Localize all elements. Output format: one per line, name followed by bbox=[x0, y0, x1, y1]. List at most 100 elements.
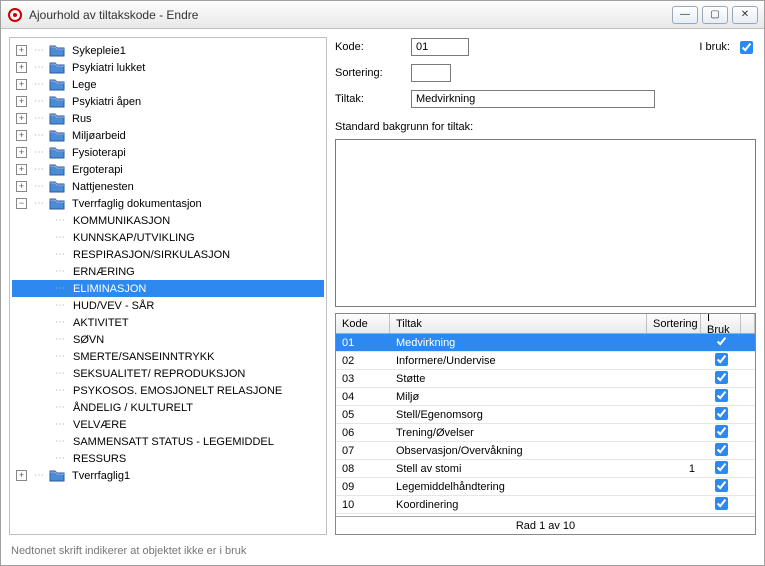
ibruk-row-checkbox[interactable] bbox=[715, 443, 728, 456]
kode-input[interactable] bbox=[411, 38, 469, 56]
cell-kode: 10 bbox=[336, 498, 390, 512]
table-row[interactable]: 06Trening/Øvelser bbox=[336, 424, 755, 442]
expand-icon[interactable]: + bbox=[16, 130, 27, 141]
tree-connector bbox=[52, 266, 68, 277]
tree-item[interactable]: +⋯Lege bbox=[12, 76, 324, 93]
main-window: Ajourhold av tiltakskode - Endre — ▢ ✕ +… bbox=[0, 0, 765, 566]
grid-header-sortering[interactable]: Sortering bbox=[647, 314, 701, 333]
cell-kode: 06 bbox=[336, 426, 390, 440]
tree-item-label: Nattjenesten bbox=[69, 180, 137, 194]
tree-item-label: RESSURS bbox=[70, 452, 129, 466]
minimize-button[interactable]: — bbox=[672, 6, 698, 24]
collapse-icon[interactable]: − bbox=[16, 198, 27, 209]
tree-item[interactable]: +⋯Fysioterapi bbox=[12, 144, 324, 161]
grid-body[interactable]: 01Medvirkning02Informere/Undervise03Støt… bbox=[336, 334, 755, 516]
ibruk-row-checkbox[interactable] bbox=[715, 389, 728, 402]
ibruk-row-checkbox[interactable] bbox=[715, 461, 728, 474]
standard-textarea[interactable] bbox=[335, 139, 756, 307]
tree-item[interactable]: HUD/VEV - SÅR bbox=[12, 297, 324, 314]
expand-icon[interactable]: + bbox=[16, 147, 27, 158]
ibruk-row-checkbox[interactable] bbox=[715, 353, 728, 366]
ibruk-row-checkbox[interactable] bbox=[715, 479, 728, 492]
tree-item[interactable]: SEKSUALITET/ REPRODUKSJON bbox=[12, 365, 324, 382]
sortering-input[interactable] bbox=[411, 64, 451, 82]
table-row[interactable]: 01Medvirkning bbox=[336, 334, 755, 352]
grid-header-kode[interactable]: Kode bbox=[336, 314, 390, 333]
tree-connector bbox=[52, 436, 68, 447]
cell-tiltak: Stell/Egenomsorg bbox=[390, 408, 647, 422]
tree-item[interactable]: SMERTE/SANSEINNTRYKK bbox=[12, 348, 324, 365]
grid-header-tiltak[interactable]: Tiltak bbox=[390, 314, 647, 333]
table-row[interactable]: 02Informere/Undervise bbox=[336, 352, 755, 370]
tree-item[interactable]: AKTIVITET bbox=[12, 314, 324, 331]
ibruk-row-checkbox[interactable] bbox=[715, 425, 728, 438]
folder-icon bbox=[49, 95, 65, 109]
ibruk-row-checkbox[interactable] bbox=[715, 371, 728, 384]
cell-sortering bbox=[647, 486, 701, 488]
tree-item-label: VELVÆRE bbox=[70, 418, 130, 432]
expand-icon[interactable]: + bbox=[16, 181, 27, 192]
tree-connector bbox=[52, 317, 68, 328]
tree-item[interactable]: KUNNSKAP/UTVIKLING bbox=[12, 229, 324, 246]
ibruk-row-checkbox[interactable] bbox=[715, 335, 728, 348]
ibruk-row-checkbox[interactable] bbox=[715, 407, 728, 420]
tree-item[interactable]: +⋯Psykiatri lukket bbox=[12, 59, 324, 76]
cell-tiltak: Koordinering bbox=[390, 498, 647, 512]
tiltak-input[interactable] bbox=[411, 90, 655, 108]
tree-item[interactable]: RESPIRASJON/SIRKULASJON bbox=[12, 246, 324, 263]
expand-icon[interactable]: + bbox=[16, 470, 27, 481]
tree-panel[interactable]: +⋯Sykepleie1+⋯Psykiatri lukket+⋯Lege+⋯Ps… bbox=[9, 37, 327, 535]
table-row[interactable]: 09Legemiddelhåndtering bbox=[336, 478, 755, 496]
table-row[interactable]: 04Miljø bbox=[336, 388, 755, 406]
ibruk-row-checkbox[interactable] bbox=[715, 497, 728, 510]
table-row[interactable]: 08Stell av stomi1 bbox=[336, 460, 755, 478]
ibruk-checkbox[interactable] bbox=[740, 41, 753, 54]
tree-item[interactable]: ERNÆRING bbox=[12, 263, 324, 280]
cell-tiltak: Informere/Undervise bbox=[390, 354, 647, 368]
folder-icon bbox=[49, 61, 65, 75]
cell-tiltak: Observasjon/Overvåkning bbox=[390, 444, 647, 458]
table-row[interactable]: 03Støtte bbox=[336, 370, 755, 388]
cell-sortering bbox=[647, 504, 701, 506]
tree-connector bbox=[52, 232, 68, 243]
tree-item[interactable]: +⋯Ergoterapi bbox=[12, 161, 324, 178]
expand-icon[interactable]: + bbox=[16, 164, 27, 175]
cell-sortering bbox=[647, 450, 701, 452]
expand-icon[interactable]: + bbox=[16, 45, 27, 56]
tree-item[interactable]: −⋯Tverrfaglig dokumentasjon bbox=[12, 195, 324, 212]
cell-kode: 05 bbox=[336, 408, 390, 422]
grid-header-ibruk[interactable]: I Bruk bbox=[701, 314, 741, 333]
cell-kode: 01 bbox=[336, 336, 390, 350]
tree-item-label: ÅNDELIG / KULTURELT bbox=[70, 401, 196, 415]
tree-item[interactable]: ÅNDELIG / KULTURELT bbox=[12, 399, 324, 416]
expand-icon[interactable]: + bbox=[16, 96, 27, 107]
cell-kode: 04 bbox=[336, 390, 390, 404]
tree-connector bbox=[52, 453, 68, 464]
tree-item[interactable]: +⋯Psykiatri åpen bbox=[12, 93, 324, 110]
tree-item[interactable]: SØVN bbox=[12, 331, 324, 348]
expand-icon[interactable]: + bbox=[16, 62, 27, 73]
folder-icon bbox=[49, 112, 65, 126]
tree-item[interactable]: +⋯Rus bbox=[12, 110, 324, 127]
table-row[interactable]: 05Stell/Egenomsorg bbox=[336, 406, 755, 424]
table-row[interactable]: 10Koordinering bbox=[336, 496, 755, 514]
tree-item[interactable]: +⋯Nattjenesten bbox=[12, 178, 324, 195]
tree-item[interactable]: ELIMINASJON bbox=[12, 280, 324, 297]
tree-item[interactable]: PSYKOSOS. EMOSJONELT RELASJONE bbox=[12, 382, 324, 399]
tree-item[interactable]: SAMMENSATT STATUS - LEGEMIDDEL bbox=[12, 433, 324, 450]
tree-item[interactable]: VELVÆRE bbox=[12, 416, 324, 433]
tree-item[interactable]: RESSURS bbox=[12, 450, 324, 467]
close-button[interactable]: ✕ bbox=[732, 6, 758, 24]
standard-label: Standard bakgrunn for tiltak: bbox=[335, 121, 756, 133]
expand-icon[interactable]: + bbox=[16, 113, 27, 124]
tree-item[interactable]: +⋯Tverrfaglig1 bbox=[12, 467, 324, 484]
tree-item[interactable]: KOMMUNIKASJON bbox=[12, 212, 324, 229]
folder-icon bbox=[49, 44, 65, 58]
tree-item[interactable]: +⋯Miljøarbeid bbox=[12, 127, 324, 144]
maximize-button[interactable]: ▢ bbox=[702, 6, 728, 24]
tree-connector bbox=[52, 385, 68, 396]
table-row[interactable]: 07Observasjon/Overvåkning bbox=[336, 442, 755, 460]
expand-icon[interactable]: + bbox=[16, 79, 27, 90]
tree-item-label: KOMMUNIKASJON bbox=[70, 214, 173, 228]
tree-item[interactable]: +⋯Sykepleie1 bbox=[12, 42, 324, 59]
